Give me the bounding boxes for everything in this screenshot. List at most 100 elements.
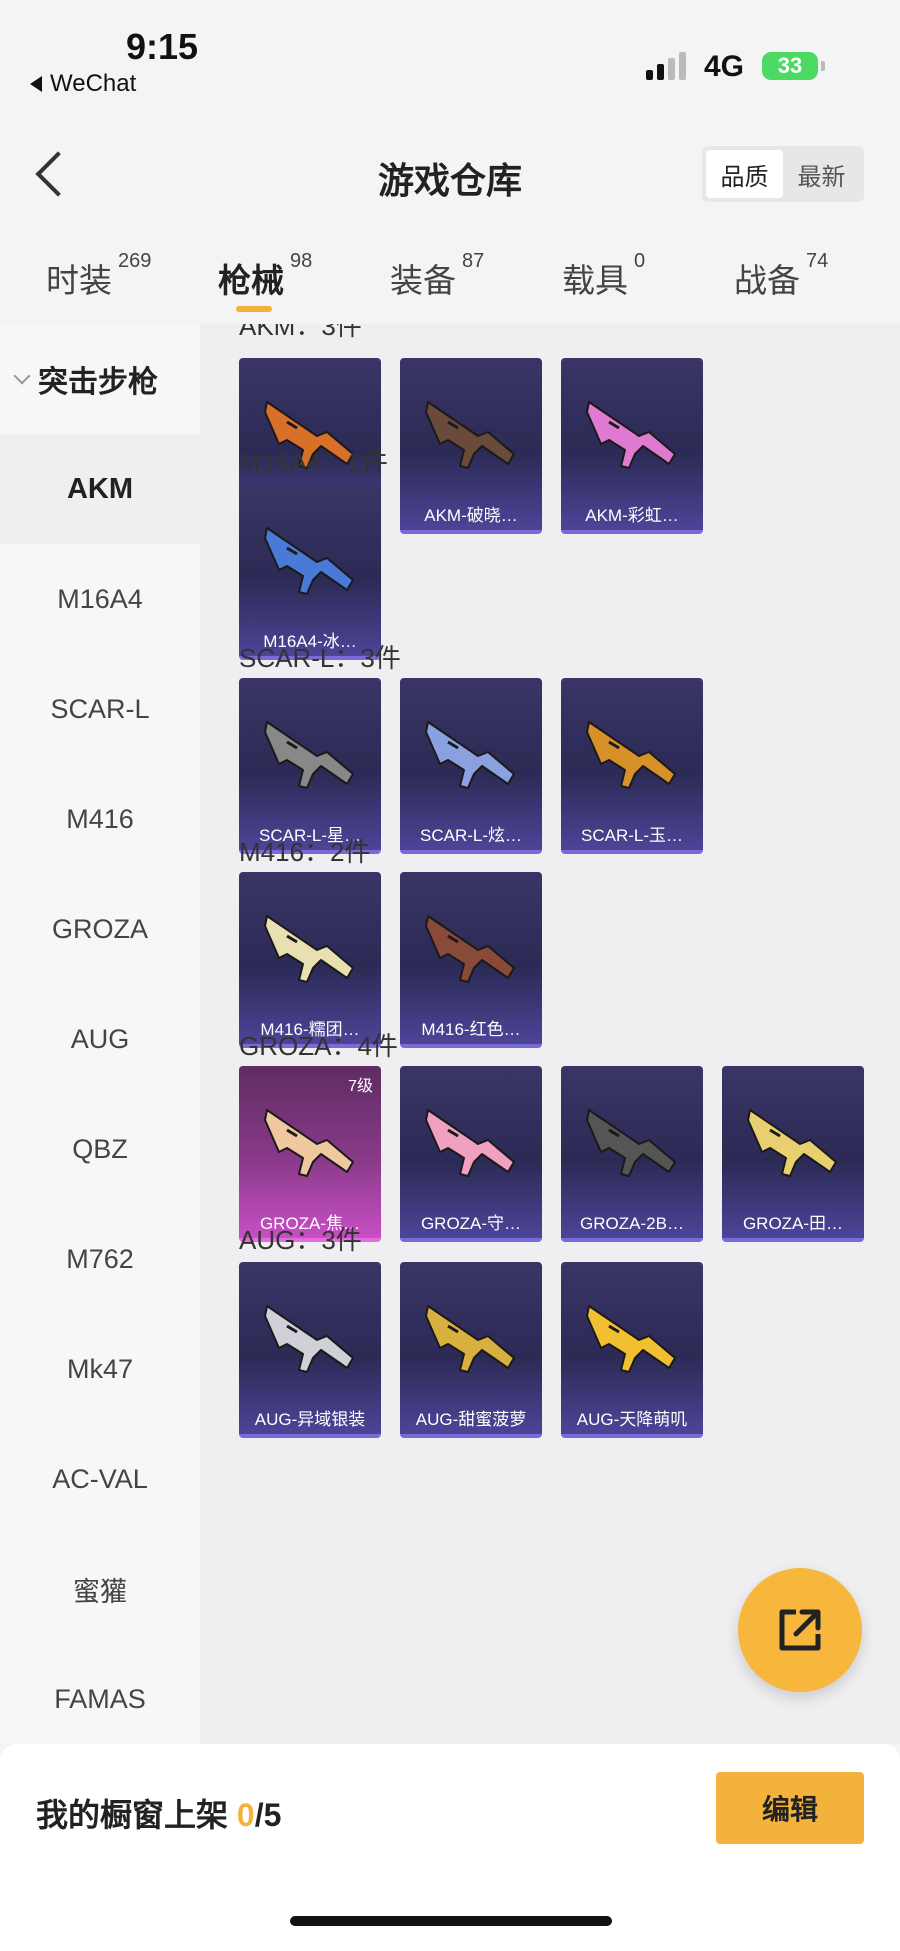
share-icon <box>779 1609 821 1651</box>
skin-card[interactable]: M16A4-冰… <box>239 484 381 660</box>
showcase-total: /5 <box>254 1797 282 1833</box>
skin-card[interactable]: 7级 GROZA-焦… <box>239 1066 381 1242</box>
group-title: AUG：3件 <box>239 1225 362 1255</box>
skin-card[interactable]: GROZA-2B… <box>561 1066 703 1242</box>
skin-card[interactable]: M416-糯团… <box>239 872 381 1048</box>
weapon-skin-list: AKM：3件AKM-龙的…AKM-破晓…AKM-彩虹…M16A4：1件M16A4… <box>200 324 900 1744</box>
rifle-icon <box>264 1305 354 1373</box>
showcase-current: 0 <box>236 1797 255 1833</box>
skin-name: GROZA-2B… <box>580 1214 684 1233</box>
skin-card[interactable]: SCAR-L-炫… <box>400 678 542 854</box>
rifle-icon <box>586 401 676 469</box>
level-badge: 7级 <box>348 1078 373 1095</box>
rifle-icon <box>264 915 354 983</box>
skin-card[interactable]: SCAR-L-玉… <box>561 678 703 854</box>
back-to-app-link[interactable]: WeChat <box>30 70 136 98</box>
skin-card[interactable]: AKM-彩虹… <box>561 358 703 534</box>
group-title: SCAR-L：3件 <box>239 643 401 673</box>
skin-card[interactable]: SCAR-L-星… <box>239 678 381 854</box>
skin-name: AUG-天降萌叽 <box>576 1410 688 1429</box>
group-title: M416：2件 <box>239 837 371 867</box>
tab-supplies[interactable]: 战备 74 <box>734 250 828 302</box>
rifle-icon <box>425 721 515 789</box>
rifle-icon <box>264 527 354 595</box>
skin-name: GROZA-守… <box>420 1214 522 1233</box>
sort-quality[interactable]: 品质 <box>706 150 783 198</box>
rifle-icon <box>425 1305 515 1373</box>
group-title: M16A4：1件 <box>239 447 388 477</box>
sidebar-item-aug[interactable]: AUG <box>0 984 200 1094</box>
showcase-bar: 我的橱窗上架 0/5 编辑 <box>0 1744 900 1951</box>
warehouse-page: 9:15 WeChat 4G 33 游戏仓库 品质 最新 时装 269 枪械 98 … <box>0 0 900 1951</box>
rifle-icon <box>586 1305 676 1373</box>
tab-count: 269 <box>118 250 152 272</box>
battery-level: 33 <box>777 53 803 78</box>
rifle-icon <box>747 1109 837 1177</box>
group-title: AKM：3件 <box>239 324 362 341</box>
skin-name: SCAR-L-玉… <box>580 826 683 845</box>
status-bar: 9:15 WeChat 4G 33 <box>0 0 900 100</box>
rifle-icon <box>586 1109 676 1177</box>
sidebar-item-akm[interactable]: AKM <box>0 434 200 544</box>
battery-icon: 33 <box>762 52 825 80</box>
rifle-icon <box>425 1109 515 1177</box>
rifle-icon <box>264 1109 354 1177</box>
skin-card[interactable]: GROZA-守… <box>400 1066 542 1242</box>
edit-button[interactable]: 编辑 <box>716 1772 864 1844</box>
tab-vehicles[interactable]: 载具 0 <box>562 250 645 302</box>
skin-card[interactable]: AUG-甜蜜菠萝 <box>400 1262 542 1438</box>
tab-label: 战备 <box>734 262 800 299</box>
skin-card[interactable]: AUG-异域银装 <box>239 1262 381 1438</box>
tab-label: 时装 <box>46 262 112 299</box>
nav-header: 游戏仓库 品质 最新 <box>0 100 900 240</box>
home-indicator <box>290 1916 612 1926</box>
tab-equipment[interactable]: 装备 87 <box>390 250 484 302</box>
rifle-icon <box>425 401 515 469</box>
category-tabs: 时装 269 枪械 98 装备 87 载具 0 战备 74 <box>0 240 900 324</box>
sidebar-item-m762[interactable]: M762 <box>0 1204 200 1314</box>
share-button[interactable] <box>738 1568 862 1692</box>
skin-card[interactable]: M416-红色… <box>400 872 542 1048</box>
back-app-label: WeChat <box>50 70 137 97</box>
sidebar-item-ac-val[interactable]: AC-VAL <box>0 1424 200 1534</box>
showcase-label: 我的橱窗上架 0/5 <box>36 1790 281 1836</box>
tab-fashion[interactable]: 时装 269 <box>46 250 151 302</box>
skin-card[interactable]: AUG-天降萌叽 <box>561 1262 703 1438</box>
skin-name: GROZA-田… <box>742 1214 844 1233</box>
weapon-sidebar: 突击步枪 AKM M16A4 SCAR-L M416 GROZA AUG QBZ… <box>0 324 200 1744</box>
tab-label: 载具 <box>562 262 628 299</box>
sidebar-item-mk47[interactable]: Mk47 <box>0 1314 200 1424</box>
rifle-icon <box>425 915 515 983</box>
sidebar-category-label: 突击步枪 <box>38 366 158 399</box>
sidebar-category-assault-rifle[interactable]: 突击步枪 <box>0 324 200 434</box>
skin-name: M416-红色… <box>421 1020 521 1039</box>
skin-card[interactable]: AKM-破晓… <box>400 358 542 534</box>
back-triangle-icon <box>30 76 42 92</box>
sidebar-item-qbz[interactable]: QBZ <box>0 1094 200 1204</box>
tab-count: 0 <box>634 250 646 272</box>
sort-newest[interactable]: 最新 <box>783 150 860 198</box>
group-title: GROZA：4件 <box>239 1031 398 1061</box>
skin-name: AKM-彩虹… <box>585 506 679 525</box>
tab-label: 装备 <box>390 262 456 299</box>
signal-icon <box>646 52 686 80</box>
skin-name: AUG-异域银装 <box>254 1410 366 1429</box>
sidebar-item-m16a4[interactable]: M16A4 <box>0 544 200 654</box>
rifle-icon <box>264 721 354 789</box>
tab-count: 74 <box>806 250 829 272</box>
sidebar-item-scar-l[interactable]: SCAR-L <box>0 654 200 764</box>
skin-name: AKM-破晓… <box>424 506 518 525</box>
tab-guns[interactable]: 枪械 98 <box>218 250 312 302</box>
clock: 9:15 <box>126 26 199 67</box>
tab-label: 枪械 <box>218 262 284 299</box>
skin-card[interactable]: GROZA-田… <box>722 1066 864 1242</box>
sidebar-item-famas[interactable]: FAMAS <box>0 1644 200 1754</box>
sidebar-item-honey-badger[interactable]: 蜜獾 <box>0 1534 200 1644</box>
sidebar-item-m416[interactable]: M416 <box>0 764 200 874</box>
skin-name: SCAR-L-炫… <box>419 826 522 845</box>
network-label: 4G <box>704 50 745 83</box>
sidebar-item-groza[interactable]: GROZA <box>0 874 200 984</box>
skin-name: AUG-甜蜜菠萝 <box>415 1410 527 1429</box>
tab-count: 87 <box>462 250 485 272</box>
rifle-icon <box>586 721 676 789</box>
